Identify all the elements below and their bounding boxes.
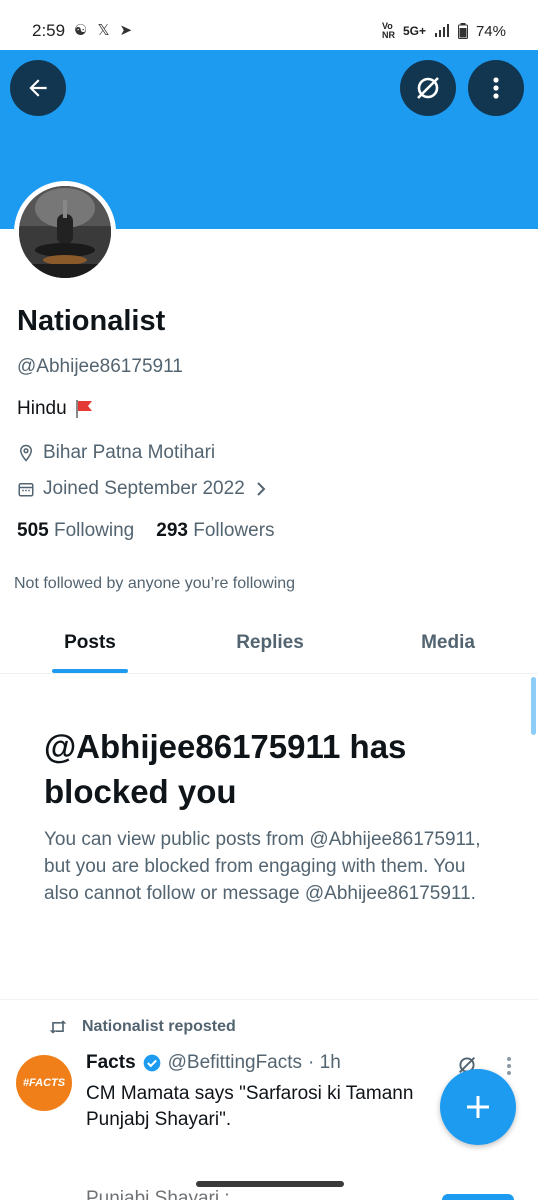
telegram-icon: ➤ xyxy=(119,22,133,39)
chevron-right-icon xyxy=(257,482,266,496)
tweet-more-button[interactable] xyxy=(506,1056,512,1076)
scrollbar[interactable] xyxy=(531,677,536,735)
blocked-title: @Abhijee86175911 has blocked you xyxy=(44,728,407,810)
more-vertical-icon xyxy=(493,77,499,99)
profile-avatar[interactable] xyxy=(14,181,116,283)
verified-badge-icon xyxy=(143,1054,160,1072)
snapchat-icon: ☯ xyxy=(74,22,88,39)
tweet-text: CM Mamata says "Sarfarosi ki Tamann Punj… xyxy=(86,1081,466,1133)
tab-replies[interactable]: Replies xyxy=(215,612,325,674)
secondary-fab-edge[interactable] xyxy=(442,1194,514,1200)
following-link[interactable]: 505 Following xyxy=(17,520,134,542)
home-indicator[interactable] xyxy=(196,1181,344,1187)
tweet-author-avatar[interactable]: #FACTS xyxy=(16,1055,72,1111)
tweet-author-name[interactable]: Facts xyxy=(86,1052,136,1074)
tweet-header: Facts @BefittingFacts · 1h xyxy=(86,1052,341,1074)
profile-bio: Hindu xyxy=(17,398,95,420)
follow-counts: 505 Following 293 Followers xyxy=(17,520,275,542)
tab-posts[interactable]: Posts xyxy=(40,612,140,674)
tweet-time: · 1h xyxy=(308,1052,341,1073)
status-right: Vo NR 5G+ 74% xyxy=(382,22,506,40)
bio-text: Hindu xyxy=(17,398,67,419)
repost-label: Nationalist reposted xyxy=(82,1018,236,1035)
tab-media[interactable]: Media xyxy=(395,612,501,674)
grok-icon xyxy=(417,77,439,99)
followers-count: 293 xyxy=(156,520,188,541)
active-tab-indicator xyxy=(52,669,128,673)
followers-link[interactable]: 293 Followers xyxy=(156,520,274,542)
avatar-facts-text: #FACTS xyxy=(22,1077,66,1089)
joined-text: Joined September 2022 xyxy=(43,478,245,499)
grok-button[interactable] xyxy=(400,60,456,116)
following-label: Following xyxy=(53,520,135,541)
signal-icon xyxy=(434,24,449,37)
tweet-author-handle[interactable]: @BefittingFacts xyxy=(168,1052,302,1074)
repost-icon xyxy=(49,1020,67,1034)
notification-icons: ☯ 𝕏 ➤ xyxy=(74,21,132,39)
following-count: 505 xyxy=(17,520,49,541)
tweet-text-cut: Punjabi Shayari : xyxy=(86,1188,230,1200)
volte-icon: Vo NR xyxy=(381,21,395,40)
profile-tabs: Posts Replies Media xyxy=(0,612,538,674)
battery-level: 74% xyxy=(475,22,506,40)
more-options-button[interactable] xyxy=(468,60,524,116)
status-bar: 2:59 ☯ 𝕏 ➤ Vo NR 5G+ 74% xyxy=(0,0,538,50)
location-pin-icon xyxy=(19,444,33,462)
battery-icon xyxy=(457,23,468,39)
plus-icon xyxy=(467,1096,489,1118)
red-flag-icon xyxy=(75,400,92,418)
tweet-text-line-2: Punjabj Shayari". xyxy=(86,1109,232,1130)
arrow-left-icon xyxy=(29,79,47,97)
not-followed-note: Not followed by anyone you’re following xyxy=(14,575,296,592)
followers-label: Followers xyxy=(193,520,275,541)
more-vertical-icon xyxy=(507,1057,511,1075)
status-time: 2:59 xyxy=(32,21,66,40)
profile-name: Nationalist xyxy=(17,305,166,337)
network-label: 5G+ xyxy=(402,24,426,38)
location-text: Bihar Patna Motihari xyxy=(43,442,216,463)
back-button[interactable] xyxy=(10,60,66,116)
avatar-image xyxy=(19,186,111,278)
blocked-description: You can view public posts from @Abhijee8… xyxy=(44,829,481,904)
compose-button[interactable] xyxy=(440,1069,516,1145)
repost-indicator: Nationalist reposted xyxy=(48,1018,236,1036)
profile-joined[interactable]: Joined September 2022 xyxy=(17,478,269,500)
divider xyxy=(0,999,538,1000)
calendar-icon xyxy=(18,483,34,497)
tweet-text-line-1: CM Mamata says "Sarfarosi ki Tamann xyxy=(86,1083,414,1104)
profile-location: Bihar Patna Motihari xyxy=(17,442,215,464)
profile-handle: @Abhijee86175911 xyxy=(17,356,183,377)
x-logo-icon: 𝕏 xyxy=(97,22,110,39)
